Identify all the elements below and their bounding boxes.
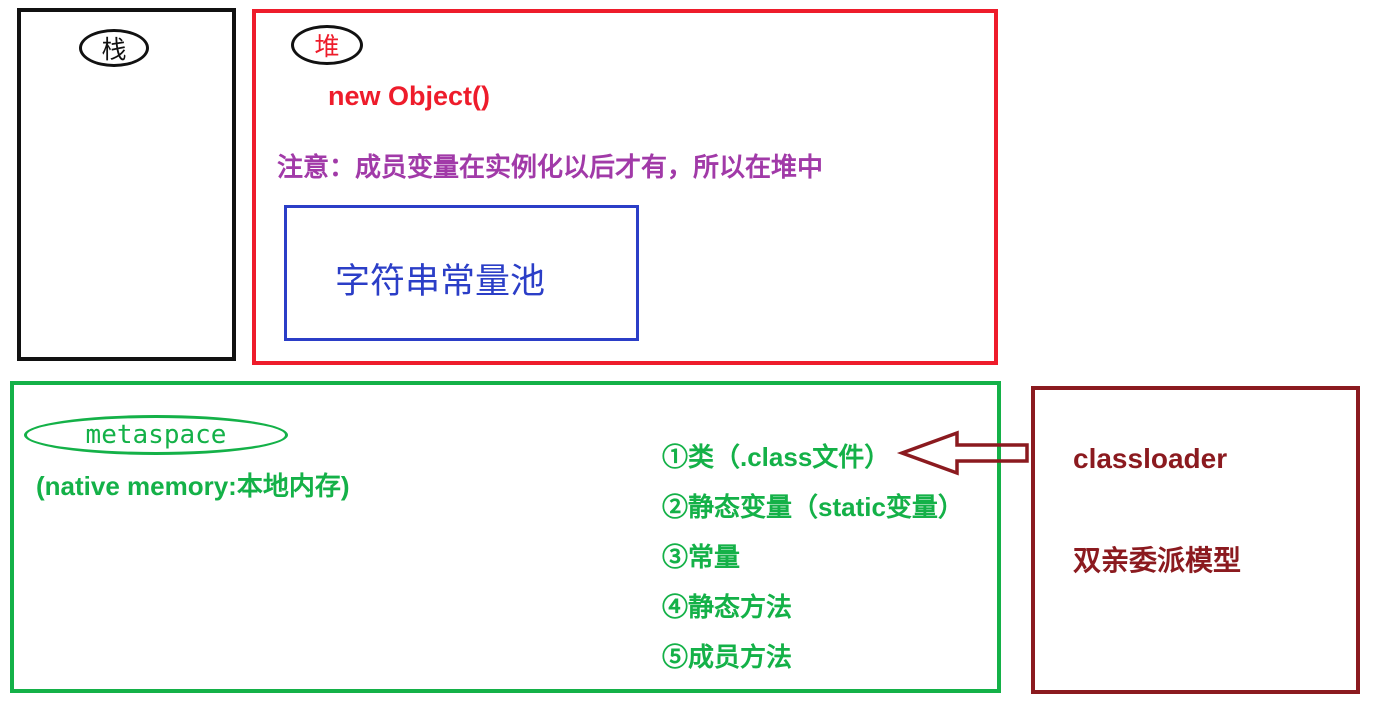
metaspace-label: metaspace (24, 415, 288, 455)
heap-note-text: 注意：成员变量在实例化以后才有，所以在堆中 (277, 152, 824, 182)
heap-new-object-text: new Object() (328, 81, 491, 111)
heap-label: 堆 (291, 25, 363, 65)
metaspace-subtitle: (native memory:本地内存) (36, 471, 350, 501)
metaspace-item-static-method: ④静态方法 (662, 592, 793, 622)
stack-label: 栈 (79, 29, 149, 67)
metaspace-item-static-variable: ②静态变量（static变量） (662, 492, 964, 522)
classloader-to-class-arrow (896, 430, 1029, 476)
parent-delegation-model-label: 双亲委派模型 (1073, 545, 1242, 576)
metaspace-item-constant: ③常量 (662, 542, 741, 572)
metaspace-item-member-method: ⑤成员方法 (662, 642, 793, 672)
classloader-title: classloader (1073, 443, 1228, 474)
metaspace-item-class: ①类（.class文件） (662, 442, 891, 472)
string-constant-pool-label: 字符串常量池 (335, 262, 546, 302)
